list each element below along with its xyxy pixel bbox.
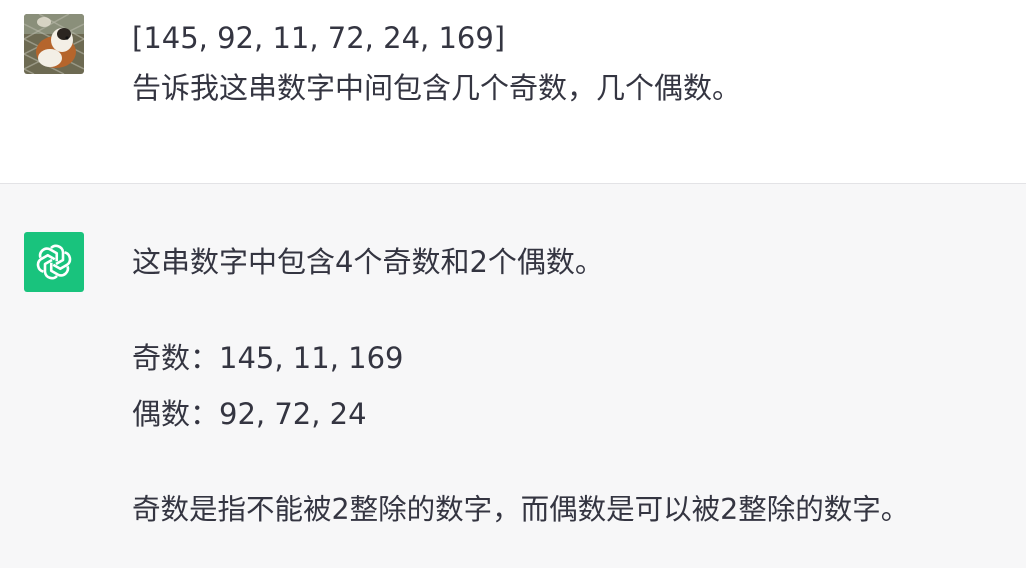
user-message-question: 告诉我这串数字中间包含几个奇数，几个偶数。: [132, 71, 742, 105]
assistant-odd-line: 奇数：145, 11, 169: [132, 341, 404, 375]
openai-logo-icon: [24, 232, 84, 292]
assistant-summary: 这串数字中包含4个奇数和2个偶数。: [132, 245, 604, 279]
assistant-explanation: 奇数是指不能被2整除的数字，而偶数是可以被2整除的数字。: [132, 493, 910, 526]
user-message: [145, 92, 11, 72, 24, 169] 告诉我这串数字中间包含几个…: [0, 0, 1026, 183]
user-message-numbers: [145, 92, 11, 72, 24, 169]: [132, 21, 506, 55]
assistant-even-line: 偶数：92, 72, 24: [132, 397, 367, 431]
user-avatar: [24, 14, 84, 74]
